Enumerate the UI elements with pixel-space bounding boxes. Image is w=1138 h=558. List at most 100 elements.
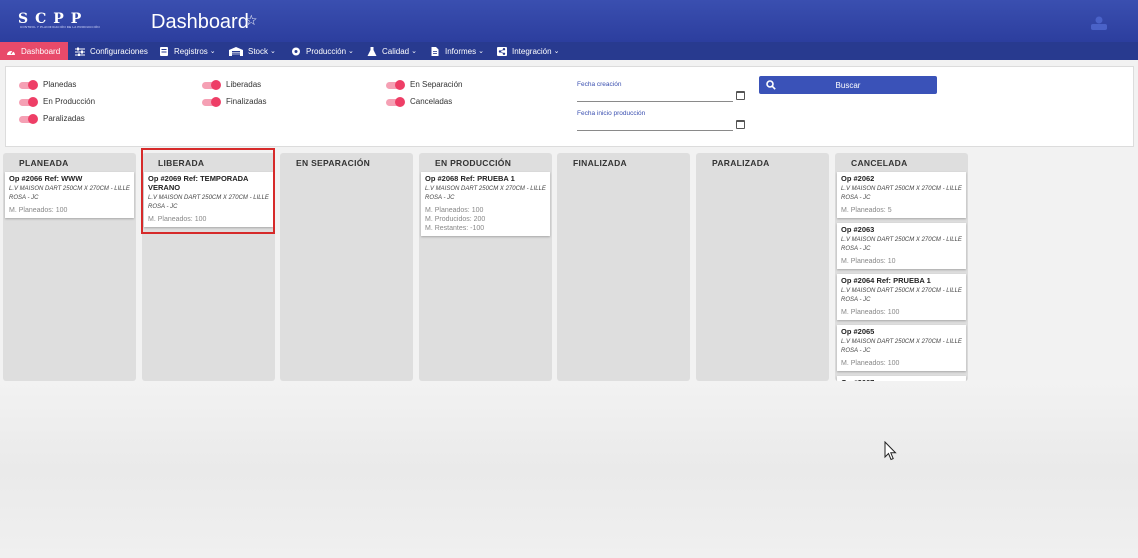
star-icon[interactable]: ☆ [245,12,258,29]
order-card-metric: M. Planeados: 100 [841,360,900,367]
nav-informes-label: Informes [445,46,477,56]
order-card-description: L.V MAISON DART 250CM X 270CM - LILLE RO… [425,186,546,201]
nav-registros[interactable]: Registros ⌄ [159,42,216,60]
order-card-title: Op #2066 Ref: WWW [9,174,83,183]
toggle-label: Planedas [43,80,77,89]
order-card[interactable]: Op #2063 L.V MAISON DART 250CM X 270CM - … [837,223,966,269]
nav-integracion[interactable]: Integración ⌄ [497,42,559,60]
order-card-title: Op #2067 [841,378,962,381]
toggle-label: En Separación [410,80,463,89]
user-menu-icon[interactable] [1088,15,1110,31]
nav-dashboard[interactable]: Dashboard [0,42,69,60]
order-card-description: L.V MAISON DART 250CM X 270CM - LILLE RO… [841,237,962,252]
order-card[interactable]: Op #2067 [837,376,966,381]
document-icon [431,46,439,56]
chevron-down-icon: ⌄ [348,48,354,55]
search-icon [766,80,776,90]
order-card-title: Op #2064 Ref: PRUEBA 1 [841,276,931,285]
toggle-canceladas[interactable]: Canceladas [386,96,452,107]
toggle-switch[interactable] [19,96,38,107]
app-logo-subtitle: CONTROL Y PLANIFICACIÓN DE LA PRODUCCIÓN [20,25,100,29]
search-button[interactable]: Buscar [759,76,937,94]
order-card[interactable]: Op #2065 L.V MAISON DART 250CM X 270CM - … [837,325,966,371]
column-title: CANCELADA [851,158,908,168]
column-title: EN SEPARACIÓN [296,158,371,168]
order-card-metric: M. Planeados: 100 [425,207,484,214]
toggle-label: En Producción [43,97,96,106]
fecha-inicio-input[interactable] [577,120,733,130]
column-paralizada: PARALIZADA [696,153,829,381]
toggle-en-separacion[interactable]: En Separación [386,79,463,90]
share-icon [497,46,507,56]
toggle-switch[interactable] [19,113,38,124]
toggle-switch[interactable] [202,96,221,107]
chevron-down-icon: ⌄ [553,48,560,55]
order-card-description: L.V MAISON DART 250CM X 270CM - LILLE RO… [841,186,962,201]
order-card[interactable]: Op #2068 Ref: PRUEBA 1 L.V MAISON DART 25… [421,172,550,236]
toggle-switch[interactable] [19,79,38,90]
toggle-switch[interactable] [202,79,221,90]
nav-dashboard-label: Dashboard [21,46,61,56]
register-icon [160,46,168,56]
toggle-en-produccion[interactable]: En Producción [19,96,96,107]
order-card-title: Op #2065 [841,327,875,336]
app-header: SCPP CONTROL Y PLANIFICACIÓN DE LA PRODU… [0,0,1138,42]
column-title: PARALIZADA [712,158,770,168]
order-card[interactable]: Op #2066 Ref: WWW L.V MAISON DART 250CM X… [5,172,134,218]
toggle-switch[interactable] [386,96,405,107]
filter-panel: Planedas En Producción Paralizadas Liber… [5,66,1134,147]
toggle-liberadas[interactable]: Liberadas [202,79,262,90]
nav-registros-label: Registros [174,46,208,56]
chevron-down-icon: ⌄ [209,48,216,55]
toggle-paralizadas[interactable]: Paralizadas [19,113,85,124]
fecha-inicio-label: Fecha inicio producción [577,110,646,117]
toggle-label: Finalizadas [226,97,267,106]
order-card[interactable]: Op #2064 Ref: PRUEBA 1 L.V MAISON DART 25… [837,274,966,320]
nav-informes[interactable]: Informes ⌄ [430,42,484,60]
nav-stock-label: Stock [248,46,269,56]
mouse-cursor-icon [884,441,897,461]
calendar-icon[interactable] [736,91,745,100]
order-card-metric: M. Planeados: 10 [841,258,896,265]
column-title: FINALIZADA [573,158,627,168]
order-card-description: L.V MAISON DART 250CM X 270CM - LILLE RO… [9,186,130,201]
chevron-down-icon: ⌄ [478,48,484,55]
calendar-icon[interactable] [736,120,745,129]
nav-calidad[interactable]: Calidad ⌄ [367,42,417,60]
fecha-creacion-input[interactable] [577,91,733,101]
column-cancelada: CANCELADA Op #2062 L.V MAISON DART 250CM X… [835,153,968,381]
nav-calidad-label: Calidad [382,46,410,56]
nav-produccion[interactable]: Producción ⌄ [291,42,354,60]
search-button-label: Buscar [835,80,861,90]
app-logo[interactable]: SCPP [18,12,102,26]
order-card-title: Op #2063 [841,225,875,234]
order-card-metric: M. Restantes: -100 [425,225,485,232]
nav-integracion-label: Integración [512,46,552,56]
column-en-produccion: EN PRODUCCIÓN Op #2068 Ref: PRUEBA 1 L.V M… [419,153,552,381]
toggle-label: Liberadas [226,80,262,89]
column-title: EN PRODUCCIÓN [435,158,512,168]
chevron-down-icon: ⌄ [270,48,276,55]
main-nav: Dashboard Configuraciones Registros ⌄ St… [0,42,1138,60]
toggle-label: Paralizadas [43,114,85,123]
nav-configuraciones-label: Configuraciones [90,46,148,56]
warehouse-icon [229,46,243,56]
toggle-planedas[interactable]: Planedas [19,79,77,90]
fecha-creacion-underline [577,101,733,102]
production-icon [292,47,300,55]
column-en-separacion: EN SEPARACIÓN [280,153,413,381]
order-card-title: Op #2068 Ref: PRUEBA 1 [425,174,515,183]
chevron-down-icon: ⌄ [411,48,418,55]
column-title: PLANEADA [19,158,69,168]
column-planeada: PLANEADA Op #2066 Ref: WWW L.V MAISON DART… [3,153,136,381]
nav-stock[interactable]: Stock ⌄ [229,42,276,60]
selection-highlight [141,148,275,234]
order-card-title: Op #2062 [841,174,875,183]
nav-configuraciones[interactable]: Configuraciones [75,42,148,60]
toggle-finalizadas[interactable]: Finalizadas [202,96,267,107]
toggle-switch[interactable] [386,79,405,90]
order-card-metric: M. Planeados: 5 [841,207,892,214]
order-card[interactable]: Op #2062 L.V MAISON DART 250CM X 270CM - … [837,172,966,218]
column-finalizada: FINALIZADA [557,153,690,381]
page-title: Dashboard [151,11,249,33]
